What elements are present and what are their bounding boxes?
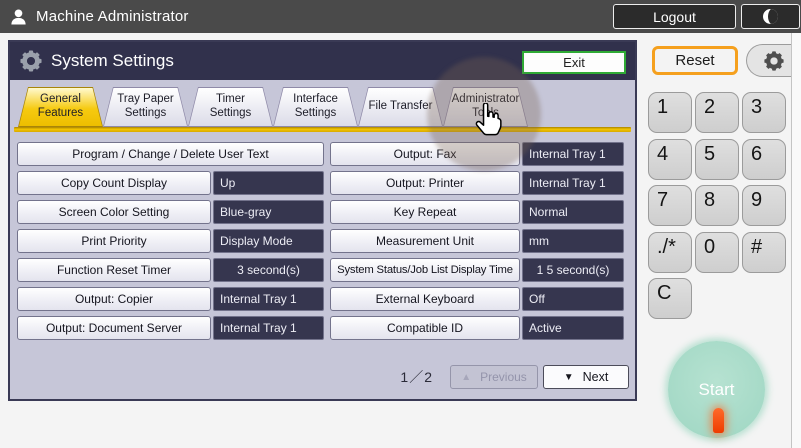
setting-button-key-repeat[interactable]: Key Repeat bbox=[330, 200, 520, 224]
setting-value: Up bbox=[213, 171, 324, 195]
top-bar: Machine Administrator Logout bbox=[0, 0, 801, 33]
reset-button[interactable]: Reset bbox=[652, 46, 738, 75]
setting-button-external-keyboard[interactable]: External Keyboard bbox=[330, 287, 520, 311]
exit-button[interactable]: Exit bbox=[522, 51, 626, 74]
next-label: Next bbox=[583, 370, 609, 384]
setting-row: Output: Copier Internal Tray 1 bbox=[17, 287, 324, 311]
start-indicator-light bbox=[713, 408, 724, 433]
setting-button-function-reset-timer[interactable]: Function Reset Timer bbox=[17, 258, 211, 282]
system-settings-panel: System Settings Exit General Features Tr… bbox=[8, 40, 637, 401]
keypad-key-0[interactable]: 0 bbox=[695, 232, 739, 273]
keypad-key-7[interactable]: 7 bbox=[648, 185, 692, 226]
setting-value: Normal bbox=[522, 200, 624, 224]
setting-value: 3 second(s) bbox=[213, 258, 324, 282]
bezel-edge-strip bbox=[792, 33, 801, 448]
keypad-key-clear[interactable]: C bbox=[648, 278, 692, 319]
keypad-key-9[interactable]: 9 bbox=[742, 185, 786, 226]
setting-value: Blue-gray bbox=[213, 200, 324, 224]
setting-value: Display Mode bbox=[213, 229, 324, 253]
pagination: 1／2 ▲ Previous ▼ Next bbox=[400, 365, 629, 389]
tab-general-features[interactable]: General Features bbox=[18, 87, 103, 127]
tab-tray-paper-settings[interactable]: Tray Paper Settings bbox=[103, 87, 188, 127]
keypad-key-4[interactable]: 4 bbox=[648, 139, 692, 180]
user-icon bbox=[10, 9, 27, 25]
keypad-key-6[interactable]: 6 bbox=[742, 139, 786, 180]
previous-label: Previous bbox=[480, 370, 527, 384]
setting-value: 1 5 second(s) bbox=[522, 258, 624, 282]
settings-column-right: Output: Fax Internal Tray 1 Output: Prin… bbox=[330, 142, 624, 345]
keypad-key-1[interactable]: 1 bbox=[648, 92, 692, 133]
tab-interface-settings[interactable]: Interface Settings bbox=[273, 87, 358, 127]
up-triangle-icon: ▲ bbox=[461, 372, 471, 383]
setting-row: Program / Change / Delete User Text bbox=[17, 142, 324, 166]
setting-button-compatible-id[interactable]: Compatible ID bbox=[330, 316, 520, 340]
setting-button-output-printer[interactable]: Output: Printer bbox=[330, 171, 520, 195]
setting-button-output-fax[interactable]: Output: Fax bbox=[330, 142, 520, 166]
setting-button-measurement-unit[interactable]: Measurement Unit bbox=[330, 229, 520, 253]
setting-value: Active bbox=[522, 316, 624, 340]
setting-button-system-status-job-list-display-time[interactable]: System Status/Job List Display Time bbox=[330, 258, 520, 282]
setting-row: System Status/Job List Display Time 1 5 … bbox=[330, 258, 624, 282]
down-triangle-icon: ▼ bbox=[564, 372, 574, 383]
setting-value: Off bbox=[522, 287, 624, 311]
crescent-moon-icon bbox=[763, 9, 778, 24]
panel-header: System Settings Exit bbox=[10, 42, 635, 80]
tab-timer-settings[interactable]: Timer Settings bbox=[188, 87, 273, 127]
setting-row: Print Priority Display Mode bbox=[17, 229, 324, 253]
setting-button-copy-count-display[interactable]: Copy Count Display bbox=[17, 171, 211, 195]
setting-button-print-priority[interactable]: Print Priority bbox=[17, 229, 211, 253]
setting-value: Internal Tray 1 bbox=[213, 316, 324, 340]
setting-button-output-copier[interactable]: Output: Copier bbox=[17, 287, 211, 311]
keypad-key-point-star[interactable]: ./* bbox=[648, 232, 692, 273]
setting-row: Key Repeat Normal bbox=[330, 200, 624, 224]
tab-strip: General Features Tray Paper Settings Tim… bbox=[18, 87, 528, 127]
setting-row: Screen Color Setting Blue-gray bbox=[17, 200, 324, 224]
setting-row: Output: Fax Internal Tray 1 bbox=[330, 142, 624, 166]
keypad-key-2[interactable]: 2 bbox=[695, 92, 739, 133]
keypad-key-3[interactable]: 3 bbox=[742, 92, 786, 133]
keypad-key-8[interactable]: 8 bbox=[695, 185, 739, 226]
bezel-edge-line bbox=[791, 33, 792, 448]
setting-value: mm bbox=[522, 229, 624, 253]
logged-in-user-label: Machine Administrator bbox=[36, 8, 189, 25]
next-page-button[interactable]: ▼ Next bbox=[543, 365, 629, 389]
setting-row: Measurement Unit mm bbox=[330, 229, 624, 253]
setting-button-output-document-server[interactable]: Output: Document Server bbox=[17, 316, 211, 340]
setting-row: Function Reset Timer 3 second(s) bbox=[17, 258, 324, 282]
previous-page-button[interactable]: ▲ Previous bbox=[450, 365, 538, 389]
gear-icon bbox=[764, 51, 784, 71]
setting-button-screen-color-setting[interactable]: Screen Color Setting bbox=[17, 200, 211, 224]
active-tab-underline bbox=[14, 127, 631, 132]
setting-row: Copy Count Display Up bbox=[17, 171, 324, 195]
tab-file-transfer[interactable]: File Transfer bbox=[358, 87, 443, 127]
keypad-key-5[interactable]: 5 bbox=[695, 139, 739, 180]
tab-administrator-tools[interactable]: Administrator Tools bbox=[443, 87, 528, 127]
numeric-keypad: 1 2 3 4 5 6 7 8 9 ./* 0 # C bbox=[648, 92, 786, 319]
setting-value: Internal Tray 1 bbox=[213, 287, 324, 311]
setting-value: Internal Tray 1 bbox=[522, 171, 624, 195]
hard-key-panel: Reset 1 2 3 4 5 bbox=[645, 33, 801, 448]
page-title: System Settings bbox=[51, 51, 174, 71]
logout-button[interactable]: Logout bbox=[613, 4, 736, 29]
machine-touchscreen: Machine Administrator Logout bbox=[0, 0, 801, 448]
keypad-key-hash[interactable]: # bbox=[742, 232, 786, 273]
setting-row: Output: Printer Internal Tray 1 bbox=[330, 171, 624, 195]
gear-icon bbox=[20, 50, 42, 72]
setting-button-program-change-delete-user-text[interactable]: Program / Change / Delete User Text bbox=[17, 142, 324, 166]
setting-row: Compatible ID Active bbox=[330, 316, 624, 340]
energy-saver-button[interactable] bbox=[741, 4, 800, 29]
settings-column-left: Program / Change / Delete User Text Copy… bbox=[17, 142, 324, 345]
setting-row: Output: Document Server Internal Tray 1 bbox=[17, 316, 324, 340]
setting-row: External Keyboard Off bbox=[330, 287, 624, 311]
setting-value: Internal Tray 1 bbox=[522, 142, 624, 166]
page-indicator: 1／2 bbox=[400, 367, 433, 387]
